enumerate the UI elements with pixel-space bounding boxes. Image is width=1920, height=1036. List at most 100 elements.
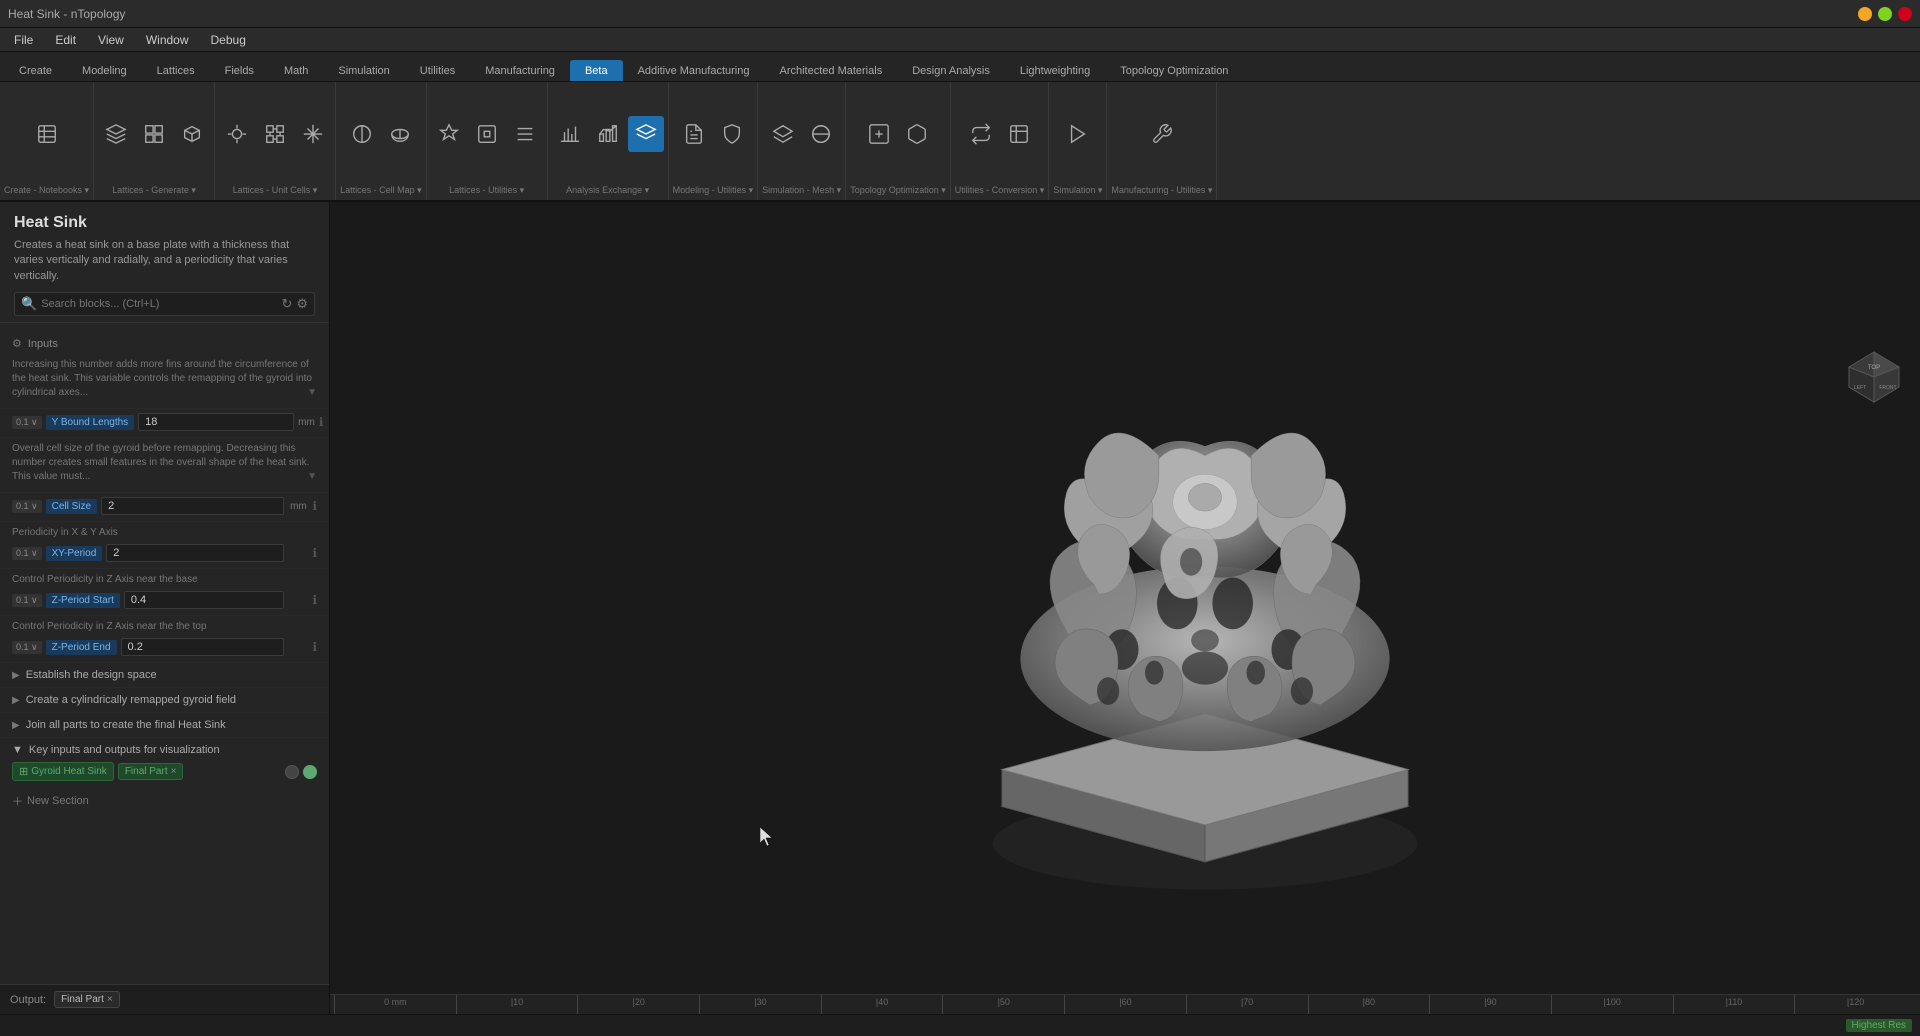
lattice-util-icon[interactable] <box>431 116 467 152</box>
output-tag[interactable]: Final Part × <box>54 991 120 1008</box>
modeling-util-icon[interactable] <box>676 116 712 152</box>
z-start-input[interactable] <box>124 591 285 609</box>
lattice-box-icon[interactable] <box>174 116 210 152</box>
viz-section-header[interactable]: Key inputs and outputs for visualization <box>12 744 317 756</box>
section-gyroid-field-label: Create a cylindrically remapped gyroid f… <box>26 694 236 706</box>
menu-window[interactable]: Window <box>136 31 199 49</box>
analysis-icon[interactable] <box>552 116 588 152</box>
tab-lattices[interactable]: Lattices <box>142 60 210 81</box>
menu-debug[interactable]: Debug <box>201 31 256 49</box>
topo-icon[interactable] <box>861 116 897 152</box>
conversion-2-icon[interactable] <box>1001 116 1037 152</box>
maximize-button[interactable] <box>1878 7 1892 21</box>
nav-cube[interactable]: TOP LEFT FRONT <box>1844 347 1904 407</box>
y-bound-info-icon[interactable]: ℹ <box>319 415 324 429</box>
tab-fields[interactable]: Fields <box>210 60 269 81</box>
lattice-wire-icon[interactable] <box>136 116 172 152</box>
toolbar-group-create: Create - Notebooks ▾ <box>0 82 94 200</box>
menu-view[interactable]: View <box>88 31 134 49</box>
mfg-util-icon[interactable] <box>1144 116 1180 152</box>
toolbar-group-cell-map: Lattices - Cell Map ▾ <box>336 82 427 200</box>
tab-create[interactable]: Create <box>4 60 67 81</box>
ruler-bottom: 0 mm |10 |20 |30 |40 |50 |60 |70 |80 |90… <box>330 994 1920 1014</box>
chevron-join-parts <box>12 720 20 731</box>
toolbar-group-unit-cells: Lattices - Unit Cells ▾ <box>215 82 336 200</box>
output-tag-close[interactable]: × <box>107 994 113 1005</box>
viz-tag-gyroid[interactable]: ⊞ Gyroid Heat Sink <box>12 762 114 781</box>
z-end-info-icon[interactable]: ℹ <box>312 640 317 654</box>
topo-2-icon[interactable] <box>899 116 935 152</box>
tab-modeling[interactable]: Modeling <box>67 60 142 81</box>
cell-map-label: Lattices - Cell Map ▾ <box>340 181 422 196</box>
tab-design-analysis[interactable]: Design Analysis <box>897 60 1005 81</box>
analysis-2-icon[interactable] <box>590 116 626 152</box>
section-gyroid-field[interactable]: Create a cylindrically remapped gyroid f… <box>0 688 329 713</box>
analysis-active-icon[interactable] <box>628 116 664 152</box>
xy-period-input[interactable] <box>106 544 284 562</box>
viz-section-label: Key inputs and outputs for visualization <box>29 744 220 756</box>
viz-ctrl-circle-button[interactable] <box>285 765 299 779</box>
simulation-icon[interactable] <box>1060 116 1096 152</box>
viz-ctrl-filled-button[interactable] <box>303 765 317 779</box>
new-section-label: New Section <box>27 795 89 807</box>
cell-size-input[interactable] <box>101 497 284 515</box>
lattice-util-3-icon[interactable] <box>507 116 543 152</box>
xy-period-info-icon[interactable]: ℹ <box>312 546 317 560</box>
section-design-space[interactable]: Establish the design space <box>0 663 329 688</box>
tab-manufacturing[interactable]: Manufacturing <box>470 60 570 81</box>
toolbar-group-conversion: Utilities - Conversion ▾ <box>951 82 1050 200</box>
tab-math[interactable]: Math <box>269 60 323 81</box>
z-start-info-icon[interactable]: ℹ <box>312 593 317 607</box>
modeling-util-2-icon[interactable] <box>714 116 750 152</box>
lattice-util-2-icon[interactable] <box>469 116 505 152</box>
new-section-button[interactable]: ＋ New Section <box>0 787 329 815</box>
unit-cell-2-icon[interactable] <box>257 116 293 152</box>
close-button[interactable] <box>1898 7 1912 21</box>
tab-lightweighting[interactable]: Lightweighting <box>1005 60 1105 81</box>
analysis-label: Analysis Exchange ▾ <box>552 181 664 196</box>
viz-tag-final-close[interactable]: × <box>171 766 177 777</box>
minimize-button[interactable] <box>1858 7 1872 21</box>
unit-cell-3-icon[interactable] <box>295 116 331 152</box>
tab-additive[interactable]: Additive Manufacturing <box>623 60 765 81</box>
cellmap-2-icon[interactable] <box>382 116 418 152</box>
expand-cell-button[interactable]: ▼ <box>307 470 317 484</box>
status-bar: Highest Res <box>0 1014 1920 1036</box>
search-bar[interactable]: 🔍 ↻ ⚙ <box>14 292 315 316</box>
y-bound-input[interactable] <box>138 413 294 431</box>
panel-description: Creates a heat sink on a base plate with… <box>14 238 315 284</box>
y-bound-label: Y Bound Lengths <box>46 415 135 430</box>
tab-architected[interactable]: Architected Materials <box>764 60 897 81</box>
section-join-parts[interactable]: Join all parts to create the final Heat … <box>0 713 329 738</box>
unit-cell-icon[interactable] <box>219 116 255 152</box>
cellmap-icon[interactable] <box>344 116 380 152</box>
search-input[interactable] <box>41 298 277 310</box>
param-desc-fins: Increasing this number adds more fins ar… <box>12 358 317 400</box>
sim-mesh-icon[interactable] <box>765 116 801 152</box>
simulation-label: Simulation ▾ <box>1053 181 1102 196</box>
create-label: Create - Notebooks ▾ <box>4 181 89 196</box>
resolution-badge[interactable]: Highest Res <box>1846 1019 1912 1032</box>
viewport[interactable]: TOP LEFT FRONT <box>330 202 1920 1014</box>
main-area: Heat Sink Creates a heat sink on a base … <box>0 202 1920 1014</box>
sim-mesh-2-icon[interactable] <box>803 116 839 152</box>
notebook-icon[interactable] <box>29 116 65 152</box>
tab-topology[interactable]: Topology Optimization <box>1105 60 1243 81</box>
z-end-input[interactable] <box>121 638 285 656</box>
menu-file[interactable]: File <box>4 31 43 49</box>
lattice-3d-icon[interactable] <box>98 116 134 152</box>
refresh-icon[interactable]: ↻ <box>281 296 292 312</box>
settings-icon[interactable]: ⚙ <box>296 296 308 312</box>
expand-fins-button[interactable]: ▼ <box>307 386 317 400</box>
gear-icon: ⚙ <box>12 337 22 350</box>
viz-controls <box>285 765 317 779</box>
toolbar-group-simulation: Simulation ▾ <box>1049 82 1107 200</box>
menu-edit[interactable]: Edit <box>45 31 86 49</box>
viz-tags: ⊞ Gyroid Heat Sink Final Part × <box>12 762 317 781</box>
tab-utilities[interactable]: Utilities <box>405 60 470 81</box>
tab-beta[interactable]: Beta <box>570 60 623 81</box>
cell-size-info-icon[interactable]: ℹ <box>312 499 317 513</box>
tab-simulation[interactable]: Simulation <box>323 60 404 81</box>
viz-tag-final-part[interactable]: Final Part × <box>118 763 184 780</box>
conversion-icon[interactable] <box>963 116 999 152</box>
